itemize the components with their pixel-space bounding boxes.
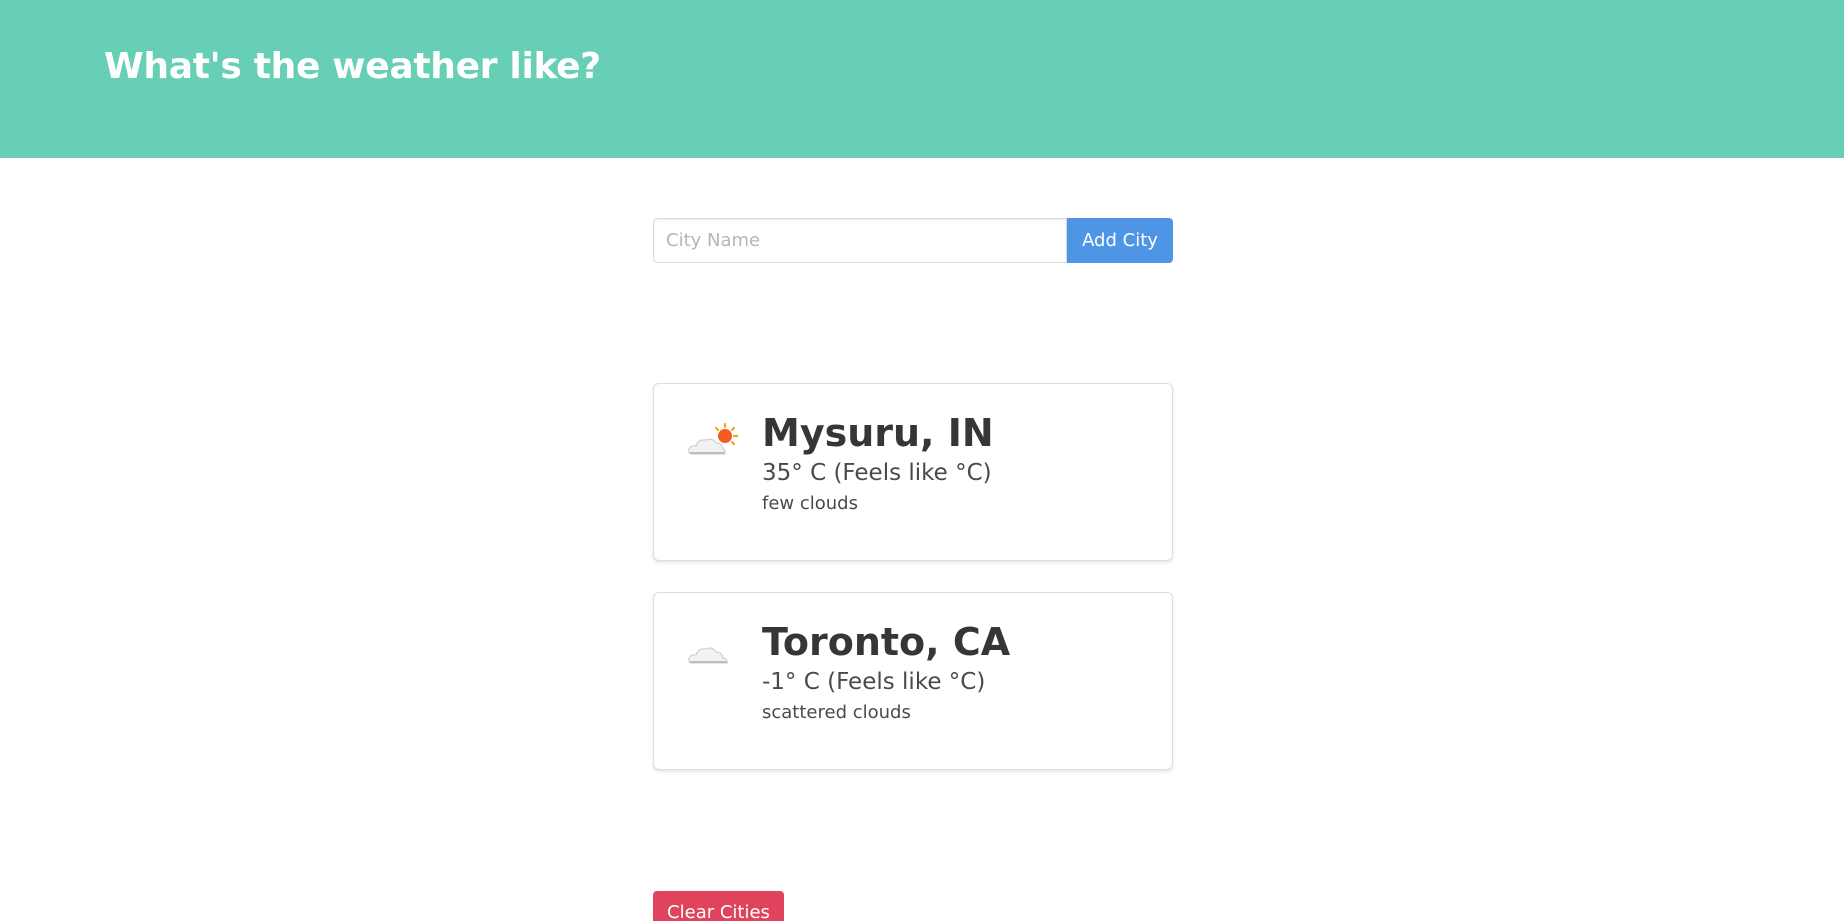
add-city-button[interactable]: Add City (1067, 218, 1173, 263)
city-name: Mysuru, IN (762, 411, 994, 455)
scattered-clouds-icon (688, 647, 728, 664)
clear-cities-button[interactable]: Clear Cities (653, 891, 784, 921)
few-clouds-icon (688, 422, 738, 455)
city-card: Mysuru, IN 35° C (Feels like °C) few clo… (653, 383, 1173, 561)
city-card: Toronto, CA -1° C (Feels like °C) scatte… (653, 592, 1173, 770)
add-city-form: Add City (653, 218, 1173, 263)
page-title: What's the weather like? (104, 46, 601, 87)
weather-description: scattered clouds (762, 702, 911, 723)
temperature: -1° C (Feels like °C) (762, 669, 986, 695)
city-name-input[interactable] (653, 218, 1067, 263)
hero-header: What's the weather like? (0, 0, 1844, 158)
weather-description: few clouds (762, 493, 858, 514)
temperature: 35° C (Feels like °C) (762, 460, 992, 486)
city-name: Toronto, CA (762, 620, 1011, 664)
